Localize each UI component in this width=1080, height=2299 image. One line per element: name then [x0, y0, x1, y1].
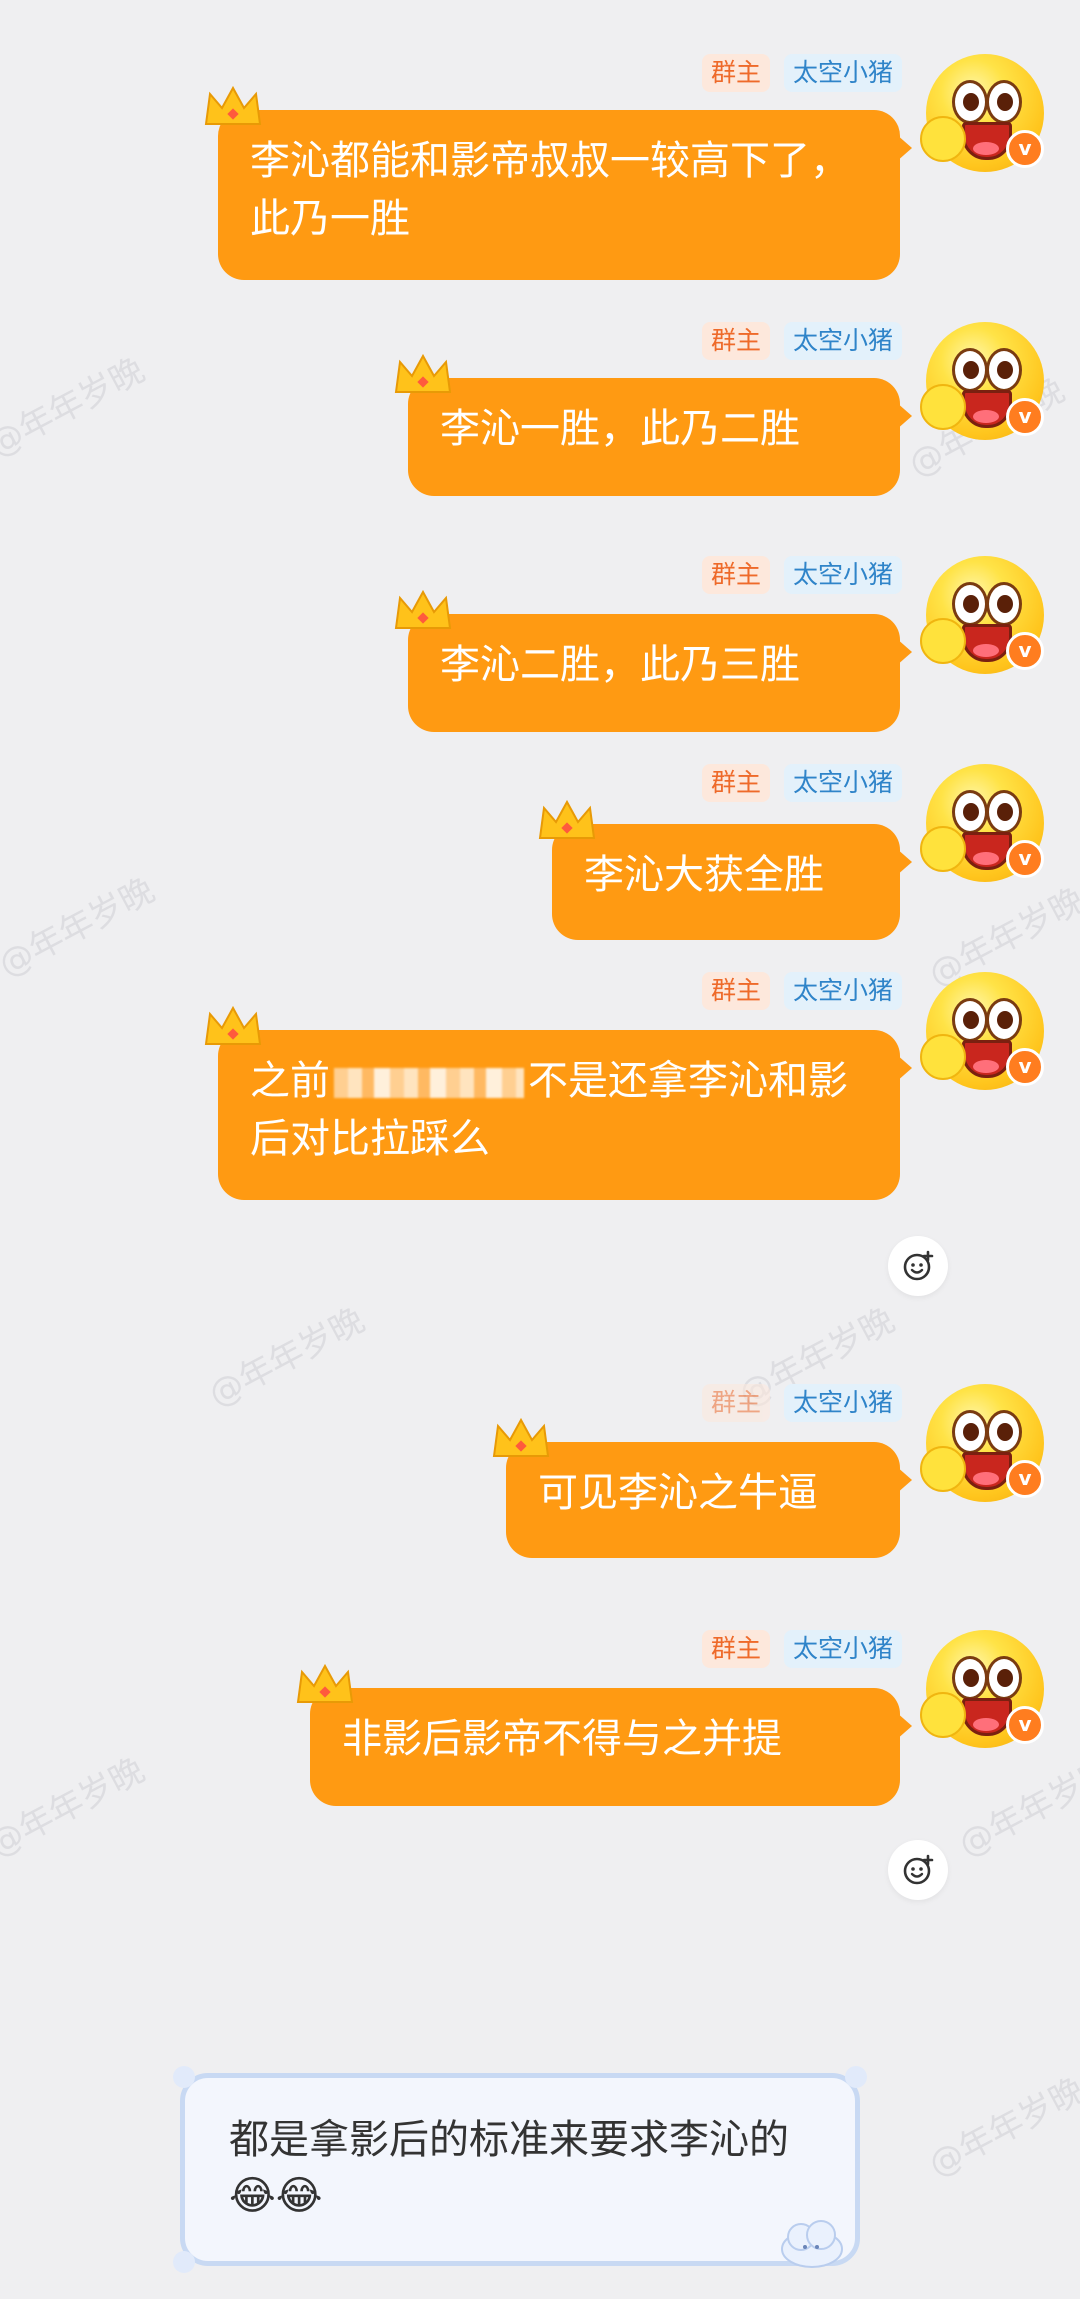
- laughing-tears-emoji: 😂😂: [229, 2173, 323, 2219]
- v-badge-icon: v: [1006, 130, 1044, 168]
- group-owner-tag: 群主: [701, 54, 770, 92]
- message-text: 李沁都能和影帝叔叔一较高下了，此乃一胜: [250, 138, 850, 242]
- group-owner-tag: 群主: [701, 556, 770, 594]
- laughing-emoji-avatar[interactable]: v: [920, 556, 1044, 674]
- laughing-emoji-avatar[interactable]: v: [920, 972, 1044, 1090]
- bubble-corner-decoration: [845, 2066, 867, 2088]
- group-owner-tag: 群主: [701, 322, 770, 360]
- group-owner-tag: 群主: [701, 1630, 770, 1668]
- cloud-mascot-icon: [781, 2220, 843, 2268]
- message-text: 李沁大获全胜: [584, 852, 824, 898]
- sender-name-tag[interactable]: 太空小猪: [783, 1630, 902, 1668]
- crown-icon: [296, 1663, 354, 1703]
- crown-icon: [538, 799, 596, 839]
- add-reaction-icon: [903, 1250, 934, 1281]
- watermark: @年年岁晚: [0, 1750, 152, 1866]
- message-bubble[interactable]: 李沁大获全胜: [538, 799, 912, 940]
- laughing-emoji-avatar[interactable]: v: [920, 54, 1044, 172]
- message-bubble[interactable]: 李沁一胜，此乃二胜: [394, 353, 912, 496]
- watermark: @年年岁晚: [0, 870, 162, 986]
- crown-icon: [394, 589, 452, 629]
- group-owner-tag: 群主: [701, 1384, 770, 1422]
- laughing-emoji-avatar[interactable]: v: [920, 1384, 1044, 1502]
- bubble-corner-decoration: [173, 2066, 195, 2088]
- v-badge-icon: v: [1006, 1460, 1044, 1498]
- watermark: @年年岁晚: [0, 350, 152, 466]
- add-reaction-button[interactable]: [888, 1236, 948, 1296]
- laughing-emoji-avatar[interactable]: v: [920, 764, 1044, 882]
- watermark: @年年岁晚: [922, 2070, 1080, 2186]
- message-bubble[interactable]: 李沁二胜，此乃三胜: [394, 589, 912, 732]
- message-bubble[interactable]: 非影后影帝不得与之并提: [296, 1663, 912, 1806]
- crown-icon: [204, 85, 262, 125]
- v-badge-icon: v: [1006, 632, 1044, 670]
- v-badge-icon: v: [1006, 1048, 1044, 1086]
- watermark: @年年岁晚: [202, 1300, 372, 1416]
- sender-name-tag[interactable]: 太空小猪: [783, 54, 902, 92]
- group-owner-tag: 群主: [701, 764, 770, 802]
- laughing-emoji-avatar[interactable]: v: [920, 1630, 1044, 1748]
- v-badge-icon: v: [1006, 840, 1044, 878]
- add-reaction-button[interactable]: [888, 1840, 948, 1900]
- add-reaction-icon: [903, 1854, 934, 1885]
- message-text: 李沁二胜，此乃三胜: [440, 642, 800, 688]
- crown-icon: [204, 1005, 262, 1045]
- message-text: 李沁一胜，此乃二胜: [440, 406, 800, 452]
- v-badge-icon: v: [1006, 1706, 1044, 1744]
- v-badge-icon: v: [1006, 398, 1044, 436]
- watermark: @年年岁晚: [952, 1750, 1080, 1866]
- quoted-message-text: 都是拿影后的标准来要求李沁的: [229, 2117, 789, 2163]
- mosaic-censored-text: [334, 1068, 524, 1098]
- sender-name-tag[interactable]: 太空小猪: [783, 556, 902, 594]
- crown-icon: [394, 353, 452, 393]
- message-bubble[interactable]: 之前 不是还拿李沁和影后对比拉踩么: [204, 1005, 912, 1200]
- message-bubble[interactable]: 可见李沁之牛逼: [492, 1417, 912, 1558]
- quoted-message-bubble[interactable]: 都是拿影后的标准来要求李沁的 😂😂: [173, 2066, 867, 2273]
- sender-name-tag[interactable]: 太空小猪: [783, 764, 902, 802]
- sender-name-tag[interactable]: 太空小猪: [783, 322, 902, 360]
- group-owner-tag: 群主: [701, 972, 770, 1010]
- bubble-corner-decoration: [173, 2251, 195, 2273]
- sender-name-tag[interactable]: 太空小猪: [783, 1384, 902, 1422]
- sender-name-tag[interactable]: 太空小猪: [783, 972, 902, 1010]
- message-text: 可见李沁之牛逼: [538, 1470, 818, 1516]
- message-text: 非影后影帝不得与之并提: [342, 1716, 782, 1762]
- message-text: 之前: [250, 1058, 330, 1104]
- message-bubble[interactable]: 李沁都能和影帝叔叔一较高下了，此乃一胜: [204, 85, 912, 280]
- crown-icon: [492, 1417, 550, 1457]
- laughing-emoji-avatar[interactable]: v: [920, 322, 1044, 440]
